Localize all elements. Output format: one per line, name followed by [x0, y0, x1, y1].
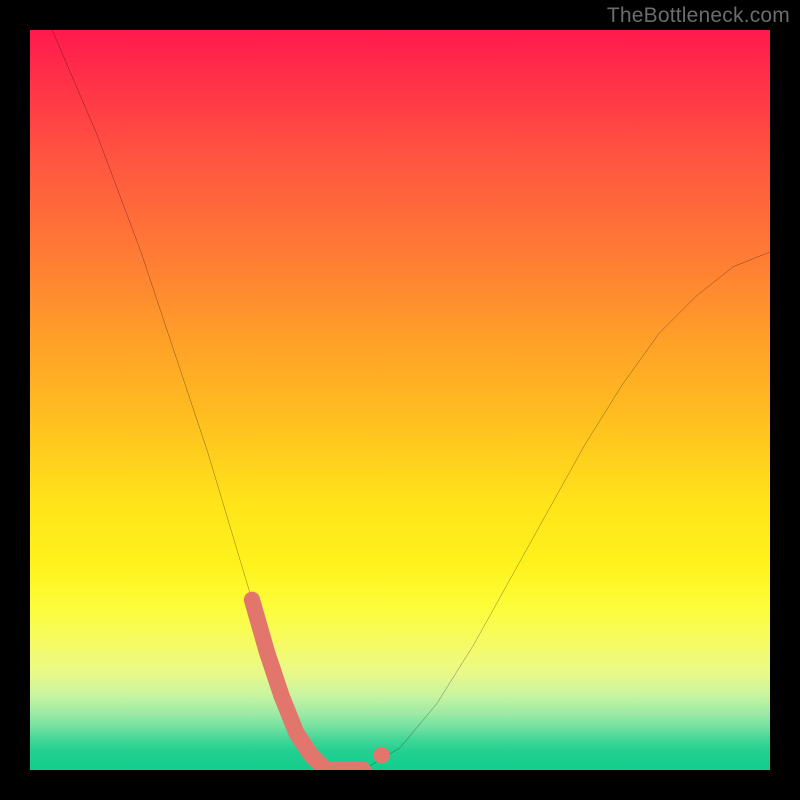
chart-frame: TheBottleneck.com	[0, 0, 800, 800]
bottleneck-curve-path	[30, 30, 770, 770]
highlight-dot-right	[373, 747, 389, 763]
bottleneck-curve	[30, 30, 770, 770]
plot-area	[30, 30, 770, 770]
watermark-text: TheBottleneck.com	[607, 4, 790, 28]
curve-layer	[30, 30, 770, 770]
highlight-bottom-path	[252, 600, 363, 770]
highlight-bottom	[252, 600, 363, 770]
